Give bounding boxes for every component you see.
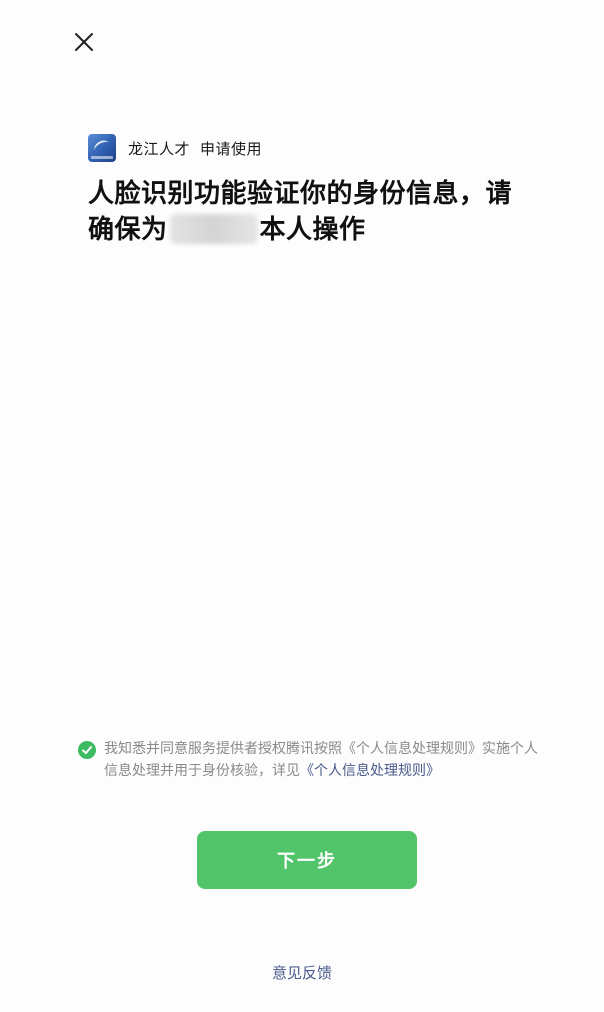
face-verify-screen: 龙江人才 申请使用 人脸识别功能验证你的身份信息，请确保为 本人操作 我知悉并同意… <box>0 0 604 1012</box>
close-button[interactable] <box>66 24 102 60</box>
privacy-rules-inline: 《个人信息处理规则》 <box>342 741 482 757</box>
consent-checkbox[interactable] <box>78 741 96 759</box>
masked-user-name <box>169 214 258 244</box>
app-info-row: 龙江人才 申请使用 <box>88 132 262 164</box>
page-title: 人脸识别功能验证你的身份信息，请确保为 本人操作 <box>88 176 528 248</box>
consent-text: 我知悉并同意服务提供者授权腾讯按照《个人信息处理规则》实施个人信息处理并用于身份… <box>104 738 538 782</box>
consent-row: 我知悉并同意服务提供者授权腾讯按照《个人信息处理规则》实施个人信息处理并用于身份… <box>78 738 538 782</box>
feedback-link[interactable]: 意见反馈 <box>0 962 604 983</box>
privacy-rules-link[interactable]: 《个人信息处理规则》 <box>300 763 440 779</box>
close-icon <box>75 33 93 51</box>
consent-text-prefix: 我知悉并同意服务提供者授权腾讯按照 <box>104 741 342 757</box>
checkmark-icon <box>82 746 92 754</box>
app-action-text: 申请使用 <box>200 139 263 158</box>
headline-part2: 本人操作 <box>259 215 366 245</box>
app-name: 龙江人才 <box>128 139 191 158</box>
next-step-button[interactable]: 下一步 <box>197 831 417 889</box>
app-logo-icon <box>88 134 116 162</box>
